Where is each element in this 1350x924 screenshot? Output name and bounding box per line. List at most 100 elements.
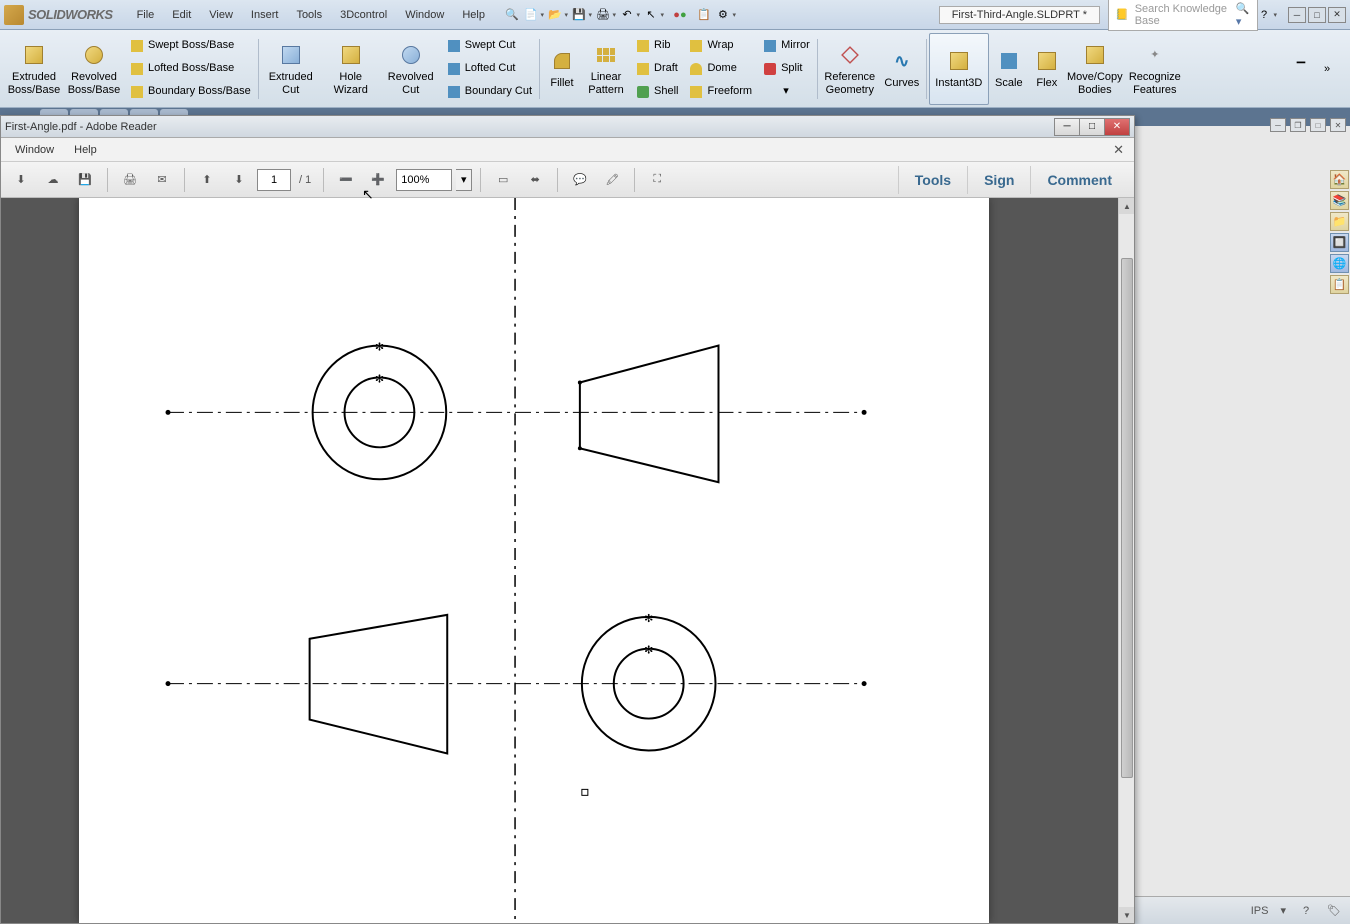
adobe-save-icon[interactable]: 💾 bbox=[71, 166, 99, 194]
scale-button[interactable]: Scale bbox=[989, 33, 1029, 105]
adobe-toolbar: ⬇ ☁ 💾 🖨 ✉ ⬆ ⬇ / 1 ➖ ➕ 100% ▾ ▭ ⬌ 💬 🖍 ⛶ T… bbox=[1, 162, 1134, 198]
rebuild-button[interactable]: ●● bbox=[669, 4, 691, 26]
ribbon-expand-button[interactable]: » bbox=[1316, 58, 1338, 80]
search-icon-button[interactable]: 🔍 bbox=[501, 4, 523, 26]
draft-button[interactable]: Draft bbox=[631, 58, 682, 80]
adobe-email-icon[interactable]: ✉ bbox=[148, 166, 176, 194]
mirror-button[interactable]: Mirror bbox=[758, 35, 814, 57]
shell-button[interactable]: Shell bbox=[631, 81, 682, 103]
task-tab-library-icon[interactable]: 📚 bbox=[1330, 191, 1349, 210]
adobe-zoom-in-icon[interactable]: ➕ bbox=[364, 166, 392, 194]
adobe-zoom-out-icon[interactable]: ➖ bbox=[332, 166, 360, 194]
adobe-sign-link[interactable]: Sign bbox=[967, 166, 1030, 194]
hole-wizard-button[interactable]: Hole Wizard bbox=[321, 33, 381, 105]
close-button[interactable]: ✕ bbox=[1328, 7, 1346, 23]
adobe-read-mode-icon[interactable]: ⛶ bbox=[643, 166, 671, 194]
search-knowledge-base[interactable]: 📒 Search Knowledge Base 🔍▾ bbox=[1108, 0, 1258, 31]
freeform-button[interactable]: Freeform bbox=[684, 81, 756, 103]
inner-close-button[interactable]: ✕ bbox=[1330, 118, 1346, 132]
adobe-maximize-button[interactable]: □ bbox=[1079, 118, 1105, 136]
save-button[interactable]: 💾 bbox=[573, 4, 595, 26]
lofted-boss-button[interactable]: Lofted Boss/Base bbox=[125, 58, 255, 80]
open-button[interactable]: 📂 bbox=[549, 4, 571, 26]
adobe-menu-help[interactable]: Help bbox=[64, 141, 107, 159]
adobe-print-icon[interactable]: 🖨 bbox=[116, 166, 144, 194]
extruded-boss-button[interactable]: Extruded Boss/Base bbox=[4, 33, 64, 105]
undo-button[interactable]: ↶ bbox=[621, 4, 643, 26]
linear-pattern-button[interactable]: Linear Pattern bbox=[582, 33, 630, 105]
ribbon-collapse-button[interactable]: ▔ bbox=[1290, 58, 1312, 80]
status-tag-icon[interactable]: 🏷 bbox=[1326, 903, 1342, 919]
swept-boss-button[interactable]: Swept Boss/Base bbox=[125, 35, 255, 57]
rib-button[interactable]: Rib bbox=[631, 35, 682, 57]
adobe-comment-icon[interactable]: 💬 bbox=[566, 166, 594, 194]
adobe-page-up-icon[interactable]: ⬆ bbox=[193, 166, 221, 194]
wrap-label: Wrap bbox=[707, 39, 733, 51]
scroll-down-icon[interactable]: ▼ bbox=[1119, 907, 1134, 923]
inner-max-button[interactable]: □ bbox=[1310, 118, 1326, 132]
adobe-page-input[interactable] bbox=[257, 169, 291, 191]
print-button[interactable]: 🖨 bbox=[597, 4, 619, 26]
maximize-button[interactable]: □ bbox=[1308, 7, 1326, 23]
select-button[interactable]: ↖ bbox=[645, 4, 667, 26]
adobe-cloud-icon[interactable]: ☁ bbox=[39, 166, 67, 194]
task-tab-explorer-icon[interactable]: 📁 bbox=[1330, 212, 1349, 231]
status-dropdown-icon[interactable]: ▾ bbox=[1280, 904, 1286, 917]
menu-view[interactable]: View bbox=[201, 5, 241, 25]
adobe-fit-page-icon[interactable]: ▭ bbox=[489, 166, 517, 194]
boundary-cut-button[interactable]: Boundary Cut bbox=[442, 81, 536, 103]
revolved-cut-button[interactable]: Revolved Cut bbox=[381, 33, 441, 105]
adobe-tools-link[interactable]: Tools bbox=[898, 166, 967, 194]
minimize-button[interactable]: ─ bbox=[1288, 7, 1306, 23]
split-button[interactable]: Split bbox=[758, 58, 814, 80]
adobe-minimize-button[interactable]: ─ bbox=[1054, 118, 1080, 136]
dd-button[interactable]: ▾ bbox=[758, 81, 814, 103]
flex-button[interactable]: Flex bbox=[1029, 33, 1065, 105]
adobe-zoom-level[interactable]: 100% bbox=[396, 169, 452, 191]
scroll-up-icon[interactable]: ▲ bbox=[1119, 198, 1134, 214]
task-tab-properties-icon[interactable]: 📋 bbox=[1330, 275, 1349, 294]
task-tab-appearance-icon[interactable]: 🌐 bbox=[1330, 254, 1349, 273]
menu-help[interactable]: Help bbox=[454, 5, 493, 25]
menu-edit[interactable]: Edit bbox=[164, 5, 199, 25]
adobe-menu-close-button[interactable]: ✕ bbox=[1107, 140, 1130, 160]
fillet-button[interactable]: Fillet bbox=[542, 33, 582, 105]
move-copy-button[interactable]: Move/Copy Bodies bbox=[1065, 33, 1125, 105]
menu-insert[interactable]: Insert bbox=[243, 5, 287, 25]
adobe-zoom-dropdown[interactable]: ▾ bbox=[456, 169, 472, 191]
adobe-comment-link[interactable]: Comment bbox=[1030, 166, 1128, 194]
inner-min-button[interactable]: ─ bbox=[1270, 118, 1286, 132]
adobe-menu-window[interactable]: Window bbox=[5, 141, 64, 159]
help-button[interactable]: ? bbox=[1258, 4, 1280, 26]
adobe-page-down-icon[interactable]: ⬇ bbox=[225, 166, 253, 194]
recognize-button[interactable]: ✦ Recognize Features bbox=[1125, 33, 1185, 105]
menu-window[interactable]: Window bbox=[397, 5, 452, 25]
instant3d-button[interactable]: Instant3D bbox=[929, 33, 989, 105]
adobe-scrollbar[interactable]: ▲ ▼ bbox=[1118, 198, 1134, 923]
boundary-boss-button[interactable]: Boundary Boss/Base bbox=[125, 81, 255, 103]
options-button[interactable]: 📋 bbox=[693, 4, 715, 26]
new-button[interactable]: 📄 bbox=[525, 4, 547, 26]
status-help-icon[interactable]: ? bbox=[1298, 903, 1314, 919]
extruded-cut-button[interactable]: Extruded Cut bbox=[261, 33, 321, 105]
menu-3dcontrol[interactable]: 3Dcontrol bbox=[332, 5, 395, 25]
settings-button[interactable]: ⚙ bbox=[717, 4, 739, 26]
wrap-button[interactable]: Wrap bbox=[684, 35, 756, 57]
menu-file[interactable]: File bbox=[129, 5, 163, 25]
scroll-thumb[interactable] bbox=[1121, 258, 1133, 778]
task-tab-view-icon[interactable]: 🔲 bbox=[1330, 233, 1349, 252]
curves-button[interactable]: ∿ Curves bbox=[880, 33, 924, 105]
ref-geometry-button[interactable]: Reference Geometry bbox=[820, 33, 880, 105]
swept-cut-button[interactable]: Swept Cut bbox=[442, 35, 536, 57]
lofted-cut-button[interactable]: Lofted Cut bbox=[442, 58, 536, 80]
inner-restore-button[interactable]: ❐ bbox=[1290, 118, 1306, 132]
menu-tools[interactable]: Tools bbox=[288, 5, 330, 25]
adobe-close-button[interactable]: ✕ bbox=[1104, 118, 1130, 136]
dome-button[interactable]: Dome bbox=[684, 58, 756, 80]
adobe-highlight-icon[interactable]: 🖍 bbox=[598, 166, 626, 194]
adobe-fit-width-icon[interactable]: ⬌ bbox=[521, 166, 549, 194]
adobe-export-icon[interactable]: ⬇ bbox=[7, 166, 35, 194]
revolved-boss-button[interactable]: Revolved Boss/Base bbox=[64, 33, 124, 105]
adobe-reader-window: First-Angle.pdf - Adobe Reader ─ □ ✕ Win… bbox=[0, 115, 1135, 924]
task-tab-home-icon[interactable]: 🏠 bbox=[1330, 170, 1349, 189]
